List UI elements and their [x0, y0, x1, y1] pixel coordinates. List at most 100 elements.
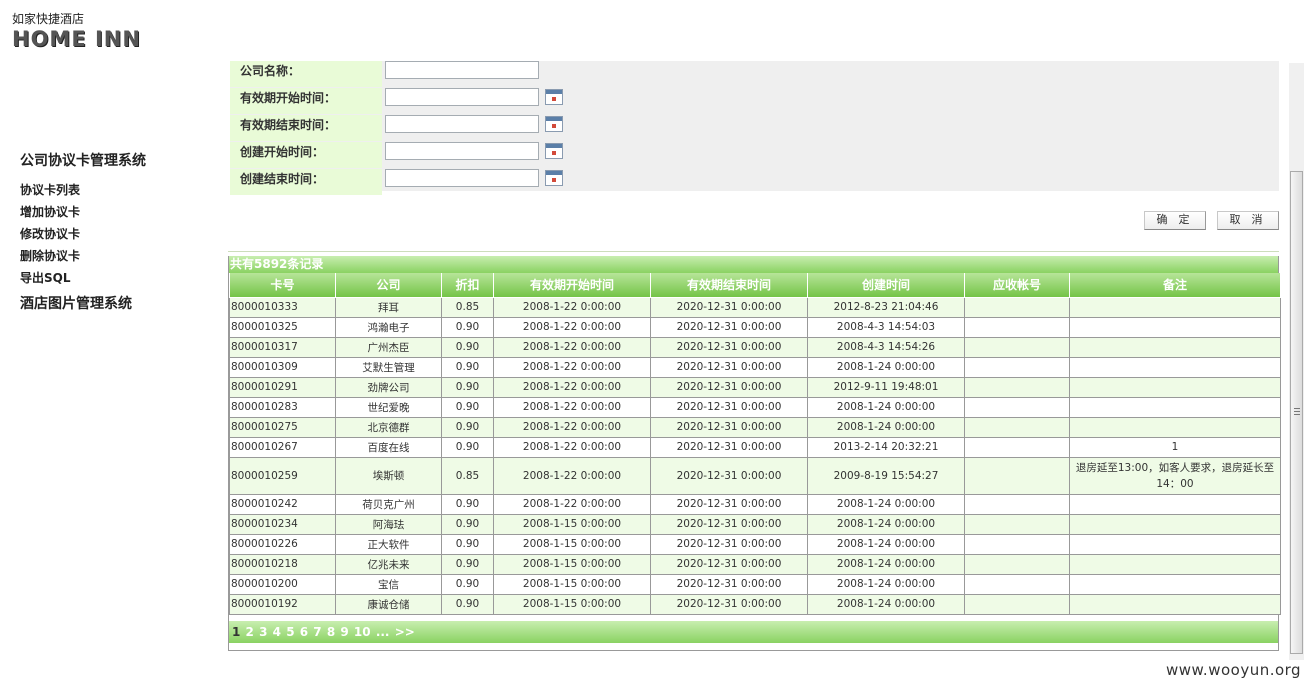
table-row: 8000010283 世纪爱晚 0.90 2008-1-22 0:00:00 2020-…: [229, 396, 1281, 418]
grip-icon: [1294, 408, 1300, 415]
cell-discount: 0.90: [441, 593, 494, 615]
pager-page[interactable]: 3: [259, 625, 267, 639]
search-form: 公司名称： 有效期开始时间： 有效期结束时间： 创建开始时间： 创建结束时间：: [230, 61, 1279, 195]
cell-card-no: 8000010309: [229, 356, 336, 378]
sidebar-title-hotel-images[interactable]: 酒店图片管理系统: [20, 293, 220, 313]
pager-next[interactable]: >>: [395, 625, 415, 639]
cell-remark: [1069, 533, 1281, 555]
cell-remark: [1069, 396, 1281, 418]
watermark: www.wooyun.org: [1166, 661, 1302, 679]
cell-company: 亿兆未来: [335, 553, 442, 575]
calendar-icon[interactable]: [545, 89, 563, 105]
sidebar: 公司协议卡管理系统 协议卡列表 增加协议卡 修改协议卡 删除协议卡 导出SQL …: [20, 150, 220, 313]
table-row: 8000010234 阿海珐 0.90 2008-1-15 0:00:00 2020-1…: [229, 513, 1281, 535]
col-discount[interactable]: 折扣: [441, 273, 494, 298]
cell-valid-start: 2008-1-22 0:00:00: [493, 493, 651, 515]
divider: [228, 251, 1279, 252]
cell-valid-start: 2008-1-15 0:00:00: [493, 573, 651, 595]
sidebar-link-edit-card[interactable]: 修改协议卡: [20, 223, 220, 245]
col-remark[interactable]: 备注: [1069, 273, 1281, 298]
cell-remark: [1069, 316, 1281, 338]
scrollbar-thumb[interactable]: [1290, 171, 1303, 654]
calendar-icon[interactable]: [545, 143, 563, 159]
pager-page[interactable]: 9: [340, 625, 348, 639]
pager-page[interactable]: 10: [354, 625, 371, 639]
cell-company: 广州杰臣: [335, 336, 442, 358]
cell-created: 2008-4-3 14:54:03: [807, 316, 965, 338]
calendar-icon[interactable]: [545, 170, 563, 186]
cell-account: [964, 456, 1070, 495]
pager-page[interactable]: 6: [300, 625, 308, 639]
create-end-input[interactable]: [385, 169, 539, 187]
create-end-label: 创建结束时间：: [230, 169, 382, 195]
cell-created: 2008-1-24 0:00:00: [807, 356, 965, 378]
cell-discount: 0.90: [441, 533, 494, 555]
cell-valid-end: 2020-12-31 0:00:00: [650, 553, 808, 575]
col-valid-start[interactable]: 有效期开始时间: [493, 273, 651, 298]
card-grid: 共有5892条记录 卡号 公司 折扣 有效期开始时间 有效期结束时间 创建时间 …: [228, 256, 1281, 651]
cell-account: [964, 356, 1070, 378]
create-start-input[interactable]: [385, 142, 539, 160]
card-table: 卡号 公司 折扣 有效期开始时间 有效期结束时间 创建时间 应收帐号 备注 80…: [229, 273, 1281, 615]
col-created[interactable]: 创建时间: [807, 273, 965, 298]
table-row: 8000010317 广州杰臣 0.90 2008-1-22 0:00:00 2020-…: [229, 336, 1281, 358]
col-account[interactable]: 应收帐号: [964, 273, 1070, 298]
cell-card-no: 8000010259: [229, 456, 336, 495]
table-row: 8000010200 宝信 0.90 2008-1-15 0:00:00 2020-12…: [229, 573, 1281, 595]
cell-discount: 0.90: [441, 416, 494, 438]
cell-discount: 0.90: [441, 436, 494, 458]
cell-valid-start: 2008-1-22 0:00:00: [493, 396, 651, 418]
sidebar-link-export-sql[interactable]: 导出SQL: [20, 267, 220, 289]
valid-start-input[interactable]: [385, 88, 539, 106]
cell-created: 2008-1-24 0:00:00: [807, 416, 965, 438]
cell-company: 鸿瀚电子: [335, 316, 442, 338]
cell-company: 艾默生管理: [335, 356, 442, 378]
pager-page[interactable]: 8: [327, 625, 335, 639]
pager-more[interactable]: ...: [376, 625, 390, 639]
valid-end-input[interactable]: [385, 115, 539, 133]
form-row-valid-start: 有效期开始时间：: [230, 88, 630, 114]
table-row: 8000010309 艾默生管理 0.90 2008-1-22 0:00:00 2020…: [229, 356, 1281, 378]
col-company[interactable]: 公司: [335, 273, 442, 298]
sidebar-link-card-list[interactable]: 协议卡列表: [20, 179, 220, 201]
cell-valid-end: 2020-12-31 0:00:00: [650, 336, 808, 358]
cell-valid-end: 2020-12-31 0:00:00: [650, 396, 808, 418]
cell-valid-start: 2008-1-22 0:00:00: [493, 356, 651, 378]
cell-card-no: 8000010275: [229, 416, 336, 438]
cell-card-no: 8000010283: [229, 396, 336, 418]
cell-company: 拜耳: [335, 296, 442, 318]
pager-page[interactable]: 5: [286, 625, 294, 639]
company-name-input[interactable]: [385, 61, 539, 79]
pager-page[interactable]: 2: [246, 625, 254, 639]
cell-company: 埃斯顿: [335, 456, 442, 495]
cell-card-no: 8000010192: [229, 593, 336, 615]
pager-current: 1: [232, 625, 241, 639]
col-card-no[interactable]: 卡号: [229, 273, 336, 298]
cell-account: [964, 553, 1070, 575]
valid-start-label: 有效期开始时间：: [230, 88, 382, 114]
cell-valid-end: 2020-12-31 0:00:00: [650, 593, 808, 615]
sidebar-link-delete-card[interactable]: 删除协议卡: [20, 245, 220, 267]
pager-page[interactable]: 4: [273, 625, 281, 639]
cell-created: 2008-1-24 0:00:00: [807, 553, 965, 575]
pager-page[interactable]: 7: [313, 625, 321, 639]
cell-company: 劲牌公司: [335, 376, 442, 398]
col-valid-end[interactable]: 有效期结束时间: [650, 273, 808, 298]
sidebar-link-add-card[interactable]: 增加协议卡: [20, 201, 220, 223]
cell-card-no: 8000010267: [229, 436, 336, 458]
cell-company: 荷贝克广州: [335, 493, 442, 515]
cancel-button[interactable]: 取 消: [1217, 211, 1279, 230]
cell-created: 2008-1-24 0:00:00: [807, 533, 965, 555]
calendar-icon[interactable]: [545, 116, 563, 132]
cell-valid-start: 2008-1-22 0:00:00: [493, 376, 651, 398]
cell-valid-start: 2008-1-22 0:00:00: [493, 336, 651, 358]
form-row-create-end: 创建结束时间：: [230, 169, 630, 195]
table-row: 8000010275 北京德群 0.90 2008-1-22 0:00:00 2020-…: [229, 416, 1281, 438]
confirm-button[interactable]: 确 定: [1144, 211, 1206, 230]
cell-created: 2008-4-3 14:54:26: [807, 336, 965, 358]
cell-card-no: 8000010325: [229, 316, 336, 338]
cell-discount: 0.90: [441, 336, 494, 358]
cell-valid-end: 2020-12-31 0:00:00: [650, 296, 808, 318]
page-scrollbar[interactable]: [1289, 63, 1304, 660]
cell-remark: 退房延至13:00，如客人要求，退房延长至14：00: [1069, 456, 1281, 495]
